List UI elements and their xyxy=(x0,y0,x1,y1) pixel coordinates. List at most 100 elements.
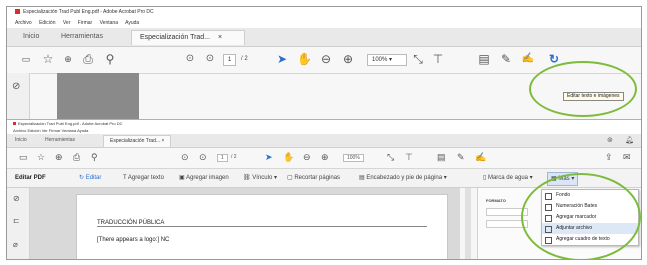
add-text-label: Agregar texto xyxy=(127,175,164,181)
highlight-tool-icon[interactable]: ⊤ xyxy=(431,52,445,66)
bottom-menu-bar: Archivo Edición Ver Firmar Ventana Ayuda xyxy=(7,127,641,134)
link-label: Vínculo xyxy=(252,175,273,181)
edit-button[interactable]: ↻ Editar xyxy=(79,169,101,187)
menu-ver-small[interactable]: Ver xyxy=(42,128,48,133)
menu-ver[interactable]: Ver xyxy=(63,20,71,26)
page-down-icon[interactable]: ⊙ xyxy=(203,52,217,66)
page-thumbnails-icon-small[interactable]: ⊘ xyxy=(13,194,20,203)
hand-tool-icon[interactable]: ✋ xyxy=(297,52,312,66)
comment-icon-small[interactable]: ▤ xyxy=(437,152,446,163)
zoom-out-icon[interactable]: ⊖ xyxy=(319,52,333,66)
tab-herramientas[interactable]: Herramientas xyxy=(53,30,111,44)
zoom-in-icon-small[interactable]: ⊕ xyxy=(321,152,329,163)
edit-button-label: Editar xyxy=(85,175,102,181)
tab-herramientas-small[interactable]: Herramientas xyxy=(45,137,75,143)
fit-page-icon[interactable]: ⤡ xyxy=(411,52,425,66)
notification-bell-icon[interactable]: 🔔︎ xyxy=(625,136,634,144)
vertical-scrollbar[interactable] xyxy=(465,188,471,259)
document-canvas: TRADUCCIÓN PÚBLICA [There appears a logo… xyxy=(30,188,460,259)
tab-document-small[interactable]: Especialización Trad... × xyxy=(103,135,172,147)
format-panel-label: FORMATO xyxy=(486,198,506,203)
menu-archivo[interactable]: Archivo xyxy=(15,20,32,26)
bottom-tab-bar: Inicio Herramientas Especialización Trad… xyxy=(7,134,641,148)
highlight-tool-icon-small[interactable]: ⊤ xyxy=(405,152,413,163)
fit-page-icon-small[interactable]: ⤡ xyxy=(387,152,394,163)
menu-ventana-small[interactable]: Ventana xyxy=(62,128,77,133)
page-number-field[interactable]: 1 xyxy=(223,54,237,66)
page-total: / 2 xyxy=(241,56,248,62)
cloud-upload-icon-small[interactable]: ⊕ xyxy=(55,152,63,163)
zoom-in-icon[interactable]: ⊕ xyxy=(341,52,355,66)
tab-document-label-small: Especialización Trad... xyxy=(110,138,161,144)
edit-icon: ↻ xyxy=(79,175,85,181)
add-text-button[interactable]: T Agregar texto xyxy=(123,169,164,187)
share-icon[interactable]: ⇪ xyxy=(605,152,613,163)
attachments-icon[interactable]: ⌀ xyxy=(13,240,18,249)
edit-pdf-label: Editar PDF xyxy=(15,175,46,181)
bottom-title-bar: Especialización Trad Publ Eng.pdf - Adob… xyxy=(7,120,641,127)
create-pdf-icon[interactable]: ▭ xyxy=(19,52,33,66)
sign-icon[interactable]: ✍ xyxy=(521,52,535,66)
top-window-title: Especialización Trad Publ Eng.pdf - Adob… xyxy=(23,9,154,15)
top-tab-bar: Inicio Herramientas Especialización Trad… xyxy=(7,28,641,47)
bookmark-star-icon-small[interactable]: ☆ xyxy=(37,152,45,163)
sign-icon-small[interactable]: ✍ xyxy=(475,152,486,163)
menu-archivo-small[interactable]: Archivo xyxy=(13,128,26,133)
menu-firmar-small[interactable]: Firmar xyxy=(49,128,61,133)
bookmarks-icon[interactable]: ⊏ xyxy=(13,216,20,225)
page-thumbnails-icon[interactable]: ⊘ xyxy=(12,81,20,92)
zoom-field[interactable]: 100% ▾ xyxy=(367,54,407,66)
top-menu-bar: Archivo Edición Ver Firmar Ventana Ayuda xyxy=(7,18,641,28)
bottom-window-title: Especialización Trad Publ Eng.pdf - Adob… xyxy=(18,121,123,126)
mail-icon[interactable]: ✉ xyxy=(623,152,631,163)
add-image-label: Agregar imagen xyxy=(186,175,229,181)
menu-ayuda[interactable]: Ayuda xyxy=(125,20,139,26)
search-icon[interactable]: ⚲ xyxy=(103,52,117,66)
top-document-view xyxy=(57,73,139,119)
header-footer-label: Encabezado y pie de página xyxy=(366,175,443,181)
page-up-icon-small[interactable]: ⊙ xyxy=(181,152,189,163)
top-title-bar: Especialización Trad Publ Eng.pdf - Adob… xyxy=(7,7,641,18)
zoom-out-icon-small[interactable]: ⊖ xyxy=(303,152,311,163)
doc-line-1: [There appears a logo:] NC xyxy=(97,237,170,243)
menu-ayuda-small[interactable]: Ayuda xyxy=(77,128,88,133)
crop-pages-button[interactable]: ▢ Recortar páginas xyxy=(287,169,340,187)
search-icon-small[interactable]: ⚲ xyxy=(91,152,98,163)
tab-inicio-small[interactable]: Inicio xyxy=(15,137,27,143)
document-page: TRADUCCIÓN PÚBLICA [There appears a logo… xyxy=(76,194,448,259)
zoom-field-small[interactable]: 100% xyxy=(343,154,364,162)
hand-tool-icon-small[interactable]: ✋ xyxy=(283,152,294,163)
pdf-file-icon-small xyxy=(13,122,16,125)
page-number-field-small[interactable]: 1 xyxy=(217,154,228,162)
print-icon[interactable]: ⎙ xyxy=(81,52,95,66)
menu-edicion-small[interactable]: Edición xyxy=(27,128,40,133)
tab-inicio[interactable]: Inicio xyxy=(15,30,47,44)
add-image-button[interactable]: ▣ Agregar imagen xyxy=(179,169,229,187)
tab-document[interactable]: Especialización Trad... × xyxy=(131,30,245,45)
pen-icon-small[interactable]: ✎ xyxy=(457,152,465,163)
doc-heading: TRADUCCIÓN PÚBLICA xyxy=(97,220,427,227)
bottom-toolbar: ▭ ☆ ⊕ ⎙ ⚲ ⊙ ⊙ 1 / 2 ➤ ✋ ⊖ ⊕ 100% ⤡ ⊤ ▤ ✎… xyxy=(7,148,641,169)
help-icon[interactable]: ⊚ xyxy=(607,136,613,144)
page-down-icon-small[interactable]: ⊙ xyxy=(199,152,207,163)
select-cursor-icon-small[interactable]: ➤ xyxy=(265,152,273,163)
screenshot-frame: Especialización Trad Publ Eng.pdf - Adob… xyxy=(6,6,642,260)
select-cursor-icon[interactable]: ➤ xyxy=(275,52,289,66)
link-button[interactable]: ⛓ Vínculo ▾ xyxy=(243,169,277,187)
highlight-ellipse-top xyxy=(529,61,637,117)
pen-icon[interactable]: ✎ xyxy=(499,52,513,66)
bookmark-star-icon[interactable]: ☆ xyxy=(41,52,55,66)
tab-close-icon[interactable]: × xyxy=(218,34,222,41)
page-up-icon[interactable]: ⊙ xyxy=(183,52,197,66)
page-total-small: / 2 xyxy=(231,154,237,160)
menu-firmar[interactable]: Firmar xyxy=(78,20,92,26)
print-icon-small[interactable]: ⎙ xyxy=(73,152,80,163)
cloud-upload-icon[interactable]: ⊕ xyxy=(61,52,75,66)
create-pdf-icon-small[interactable]: ▭ xyxy=(19,152,28,163)
bottom-left-panel: ⊘ ⊏ ⌀ xyxy=(7,188,30,259)
header-footer-button[interactable]: ▤ Encabezado y pie de página ▾ xyxy=(359,169,447,187)
menu-ventana[interactable]: Ventana xyxy=(100,20,118,26)
comment-icon[interactable]: ▤ xyxy=(477,52,491,66)
watermark-button[interactable]: ▯ Marca de agua ▾ xyxy=(483,169,533,187)
menu-edicion[interactable]: Edición xyxy=(39,20,55,26)
